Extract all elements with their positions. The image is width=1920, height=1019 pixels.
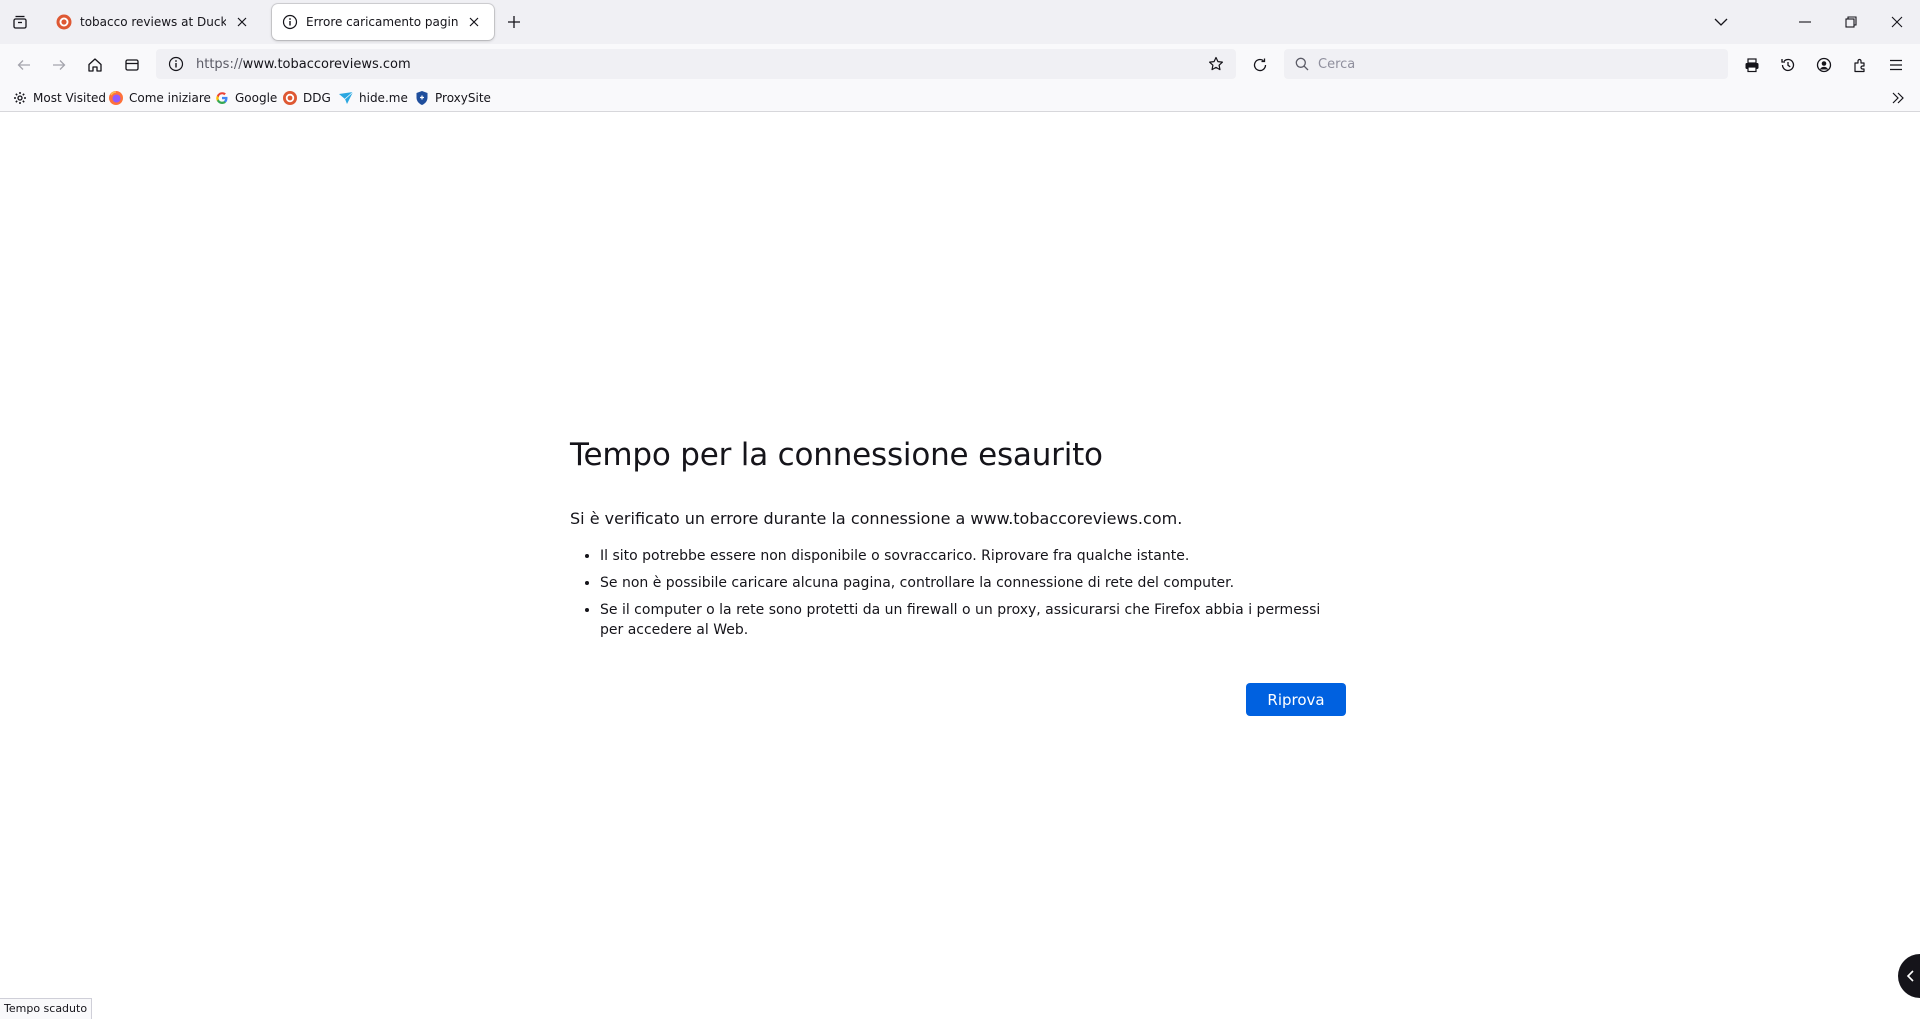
bookmark-label: Most Visited [33, 91, 107, 105]
search-bar[interactable] [1284, 49, 1728, 79]
close-tab-icon[interactable] [232, 12, 252, 32]
back-arrow-icon[interactable] [10, 51, 38, 79]
retry-button[interactable]: Riprova [1246, 683, 1346, 716]
bookmarks-toolbar: Most Visited Come iniziare Google DDG hi… [0, 84, 1920, 112]
error-suggestions: Il sito potrebbe essere non disponibile … [570, 546, 1346, 640]
new-tab-icon[interactable] [502, 10, 526, 34]
list-all-tabs-icon[interactable] [1698, 0, 1744, 44]
bookmark-label: DDG [303, 91, 331, 105]
gear-icon [12, 90, 28, 106]
bookmark-label: Come iniziare [129, 91, 211, 105]
bookmark-label: Google [235, 91, 278, 105]
search-input[interactable] [1318, 56, 1698, 72]
extensions-icon[interactable] [1846, 51, 1874, 79]
bookmark-proxysite[interactable]: ProxySite [414, 88, 491, 108]
tab-overview-icon[interactable] [8, 10, 32, 34]
bookmark-star-icon[interactable] [1204, 52, 1228, 76]
error-description: Si è verificato un errore durante la con… [570, 509, 1183, 528]
bookmark-come-iniziare[interactable]: Come iniziare [108, 88, 211, 108]
bookmark-label: hide.me [359, 91, 408, 105]
page-content: Tempo per la connessione esaurito Si è v… [0, 112, 1920, 1019]
bookmark-hideme[interactable]: hide.me [338, 88, 408, 108]
status-bar: Tempo scaduto [0, 998, 93, 1019]
menu-icon[interactable] [1882, 51, 1910, 79]
url-text[interactable]: https://www.tobaccoreviews.com [196, 57, 411, 72]
error-title: Tempo per la connessione esaurito [570, 437, 1103, 473]
tab-title: Errore caricamento pagina [306, 15, 458, 29]
tab-bar: tobacco reviews at DuckDuckGo Errore car… [0, 0, 1920, 44]
chevron-double-right-icon[interactable] [1886, 86, 1910, 110]
home-icon[interactable] [81, 51, 109, 79]
bookmark-google[interactable]: Google [214, 88, 277, 108]
restore-icon[interactable] [1828, 0, 1874, 44]
reload-icon[interactable] [1246, 51, 1274, 79]
navigation-toolbar: https://www.tobaccoreviews.com [0, 44, 1920, 84]
url-bar[interactable]: https://www.tobaccoreviews.com [156, 49, 1236, 79]
list-item: Il sito potrebbe essere non disponibile … [600, 546, 1346, 566]
list-item: Se il computer o la rete sono protetti d… [600, 600, 1346, 640]
tab-error-page[interactable]: Errore caricamento pagina [272, 4, 494, 40]
info-icon [282, 14, 298, 30]
duckduckgo-icon [56, 14, 72, 30]
account-icon[interactable] [1810, 51, 1838, 79]
list-item: Se non è possibile caricare alcuna pagin… [600, 573, 1346, 593]
bookmark-ddg[interactable]: DDG [282, 88, 331, 108]
forward-arrow-icon[interactable] [45, 51, 73, 79]
search-icon [1294, 56, 1310, 72]
print-icon[interactable] [1738, 51, 1766, 79]
url-protocol: https:// [196, 56, 243, 72]
hideme-icon [338, 90, 354, 106]
site-info-icon[interactable] [162, 50, 190, 78]
bookmark-most-visited[interactable]: Most Visited [12, 88, 106, 108]
minimize-icon[interactable] [1782, 0, 1828, 44]
error-container: Tempo per la connessione esaurito Si è v… [570, 437, 1346, 716]
sidebar-icon[interactable] [118, 51, 146, 79]
history-icon[interactable] [1774, 51, 1802, 79]
firefox-icon [108, 90, 124, 106]
bookmark-label: ProxySite [435, 91, 491, 105]
duckduckgo-icon [282, 90, 298, 106]
close-tab-icon[interactable] [464, 12, 484, 32]
tab-title: tobacco reviews at DuckDuckGo [80, 15, 226, 29]
tab-duckduckgo[interactable]: tobacco reviews at DuckDuckGo [46, 4, 262, 40]
chevron-left-icon [1906, 970, 1916, 982]
shield-icon [414, 90, 430, 106]
close-window-icon[interactable] [1874, 0, 1920, 44]
url-host: www.tobaccoreviews.com [242, 56, 411, 72]
google-icon [214, 90, 230, 106]
